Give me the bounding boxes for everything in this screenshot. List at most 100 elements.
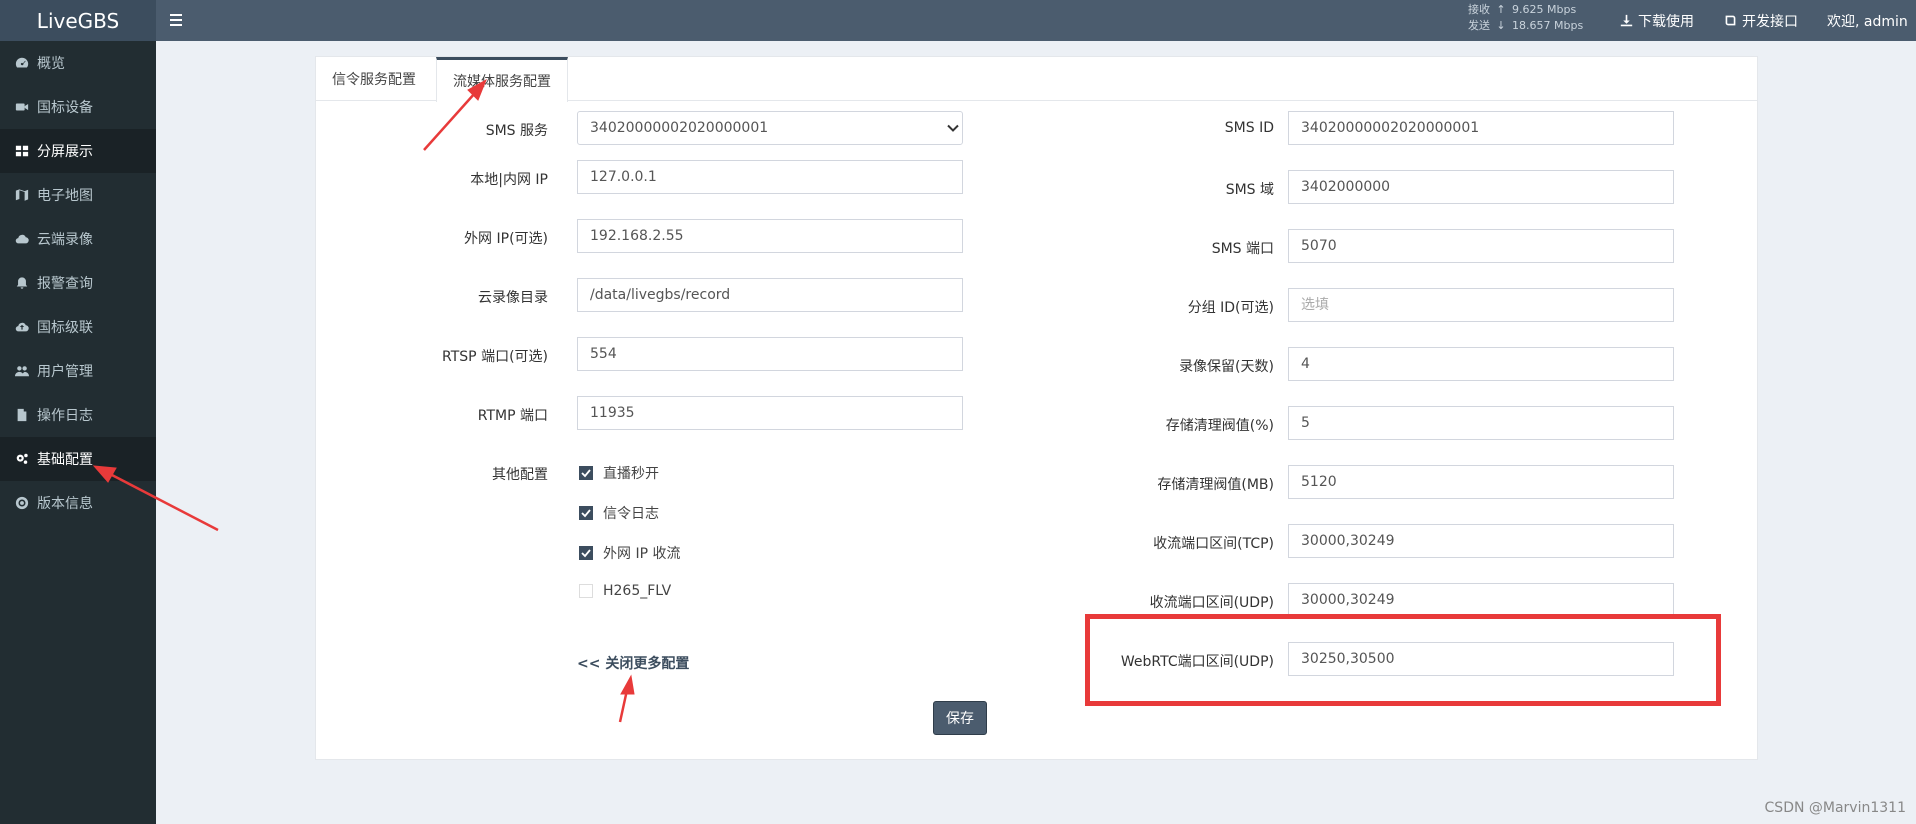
sms-port-label: SMS 端口	[1211, 241, 1274, 257]
hamburger-line	[170, 19, 182, 21]
sidebar-item-overview[interactable]: 概览	[0, 41, 156, 85]
other-config-label: 其他配置	[492, 467, 548, 483]
rx-row: 接收 ↑ 9.625 Mbps	[1468, 2, 1583, 18]
sms-id-label: SMS ID	[1224, 120, 1274, 136]
api-link[interactable]: 开发接口	[1724, 0, 1798, 41]
sidebar-item-basic-config[interactable]: 基础配置	[0, 437, 156, 481]
sms-service-select[interactable]: 34020000002020000001	[577, 111, 963, 145]
close-more-config-link[interactable]: << 关闭更多配置	[577, 653, 689, 673]
group-id-label: 分组 ID(可选)	[1187, 300, 1274, 316]
user-menu[interactable]: 欢迎, admin	[1827, 0, 1908, 41]
storage-threshold-percent-input[interactable]	[1288, 406, 1674, 440]
checkbox-label: 直播秒开	[603, 466, 659, 482]
sidebar-item-label: 基础配置	[37, 452, 93, 468]
users-icon	[14, 363, 30, 379]
sidebar-item-split-screen[interactable]: 分屏展示	[0, 129, 156, 173]
book-icon	[1725, 15, 1736, 26]
save-button[interactable]: 保存	[933, 701, 987, 735]
download-icon	[1620, 14, 1633, 27]
record-dir-input[interactable]	[577, 278, 963, 312]
checkbox-public-ip-stream[interactable]: 外网 IP 收流	[579, 543, 680, 563]
gears-icon	[14, 451, 30, 467]
sms-service-label: SMS 服务	[485, 123, 548, 139]
sidebar-item-map[interactable]: 电子地图	[0, 173, 156, 217]
hamburger-line	[170, 24, 182, 26]
storage-threshold-mb-input[interactable]	[1288, 465, 1674, 499]
file-icon	[14, 407, 30, 423]
sms-domain-label: SMS 域	[1225, 182, 1274, 198]
record-dir-label: 云录像目录	[478, 290, 548, 306]
watermark: CSDN @Marvin1311	[1764, 800, 1906, 816]
lifebuoy-icon	[14, 495, 30, 511]
checkbox-checked-icon	[579, 506, 593, 520]
tx-label: 发送	[1468, 19, 1490, 32]
api-label: 开发接口	[1742, 13, 1798, 30]
map-icon	[14, 187, 30, 203]
local-ip-input[interactable]	[577, 160, 963, 194]
hamburger-line	[170, 14, 182, 16]
sidebar-item-label: 云端录像	[37, 232, 93, 248]
public-ip-input[interactable]	[577, 219, 963, 253]
checkbox-label: 信令日志	[603, 506, 659, 522]
tx-value: 18.657 Mbps	[1512, 19, 1584, 32]
public-ip-label: 外网 IP(可选)	[464, 231, 548, 247]
sidebar-item-alarm[interactable]: 报警查询	[0, 261, 156, 305]
sidebar-item-users[interactable]: 用户管理	[0, 349, 156, 393]
checkbox-signaling-log[interactable]: 信令日志	[579, 503, 659, 523]
arrow-up-icon: ↑	[1496, 3, 1506, 16]
rtmp-port-input[interactable]	[577, 396, 963, 430]
rtmp-port-label: RTMP 端口	[477, 408, 548, 424]
checkbox-live-fast-open[interactable]: 直播秒开	[579, 463, 659, 483]
sidebar-item-cloud-record[interactable]: 云端录像	[0, 217, 156, 261]
rtsp-port-input[interactable]	[577, 337, 963, 371]
tab-signaling-config[interactable]: 信令服务配置	[316, 57, 432, 101]
tab-media-config[interactable]: 流媒体服务配置	[436, 57, 568, 102]
traffic-stats: 接收 ↑ 9.625 Mbps 发送 ↓ 18.657 Mbps	[1468, 2, 1583, 34]
sidebar-item-label: 电子地图	[37, 188, 93, 204]
sidebar-item-logs[interactable]: 操作日志	[0, 393, 156, 437]
local-ip-label: 本地|内网 IP	[470, 172, 548, 188]
sms-id-input[interactable]	[1288, 111, 1674, 145]
arrow-down-icon: ↓	[1496, 19, 1506, 32]
sidebar-item-label: 操作日志	[37, 408, 93, 424]
video-camera-icon	[14, 99, 30, 115]
grid-icon	[14, 143, 30, 159]
download-label: 下载使用	[1638, 13, 1694, 30]
rx-value: 9.625 Mbps	[1512, 3, 1577, 16]
sidebar-item-label: 分屏展示	[37, 144, 93, 160]
record-keep-days-label: 录像保留(天数)	[1179, 359, 1274, 375]
sidebar-item-label: 国标级联	[37, 320, 93, 336]
checkbox-label: 外网 IP 收流	[603, 546, 681, 562]
tcp-port-range-input[interactable]	[1288, 524, 1674, 558]
sms-port-input[interactable]	[1288, 229, 1674, 263]
sidebar-item-label: 用户管理	[37, 364, 93, 380]
udp-port-range-input[interactable]	[1288, 583, 1674, 617]
rx-label: 接收	[1468, 3, 1490, 16]
welcome-text: 欢迎, admin	[1827, 13, 1908, 30]
checkbox-checked-icon	[579, 546, 593, 560]
menu-toggle-button[interactable]	[170, 10, 190, 30]
storage-threshold-mb-label: 存储清理阀值(MB)	[1157, 477, 1274, 493]
tcp-port-range-label: 收流端口区间(TCP)	[1153, 536, 1274, 552]
top-header: 接收 ↑ 9.625 Mbps 发送 ↓ 18.657 Mbps 下载使用 开发…	[156, 0, 1916, 41]
sidebar-menu: 概览 国标设备 分屏展示 电子地图 云端录像 报警查询 国标级联 用户管理 操作…	[0, 41, 156, 525]
bell-icon	[14, 275, 30, 291]
download-link[interactable]: 下载使用	[1620, 0, 1694, 41]
sidebar: LiveGBS 概览 国标设备 分屏展示 电子地图 云端录像 报警查询 国标级联	[0, 0, 156, 824]
tx-row: 发送 ↓ 18.657 Mbps	[1468, 18, 1583, 34]
checkbox-checked-icon	[579, 466, 593, 480]
dashboard-icon	[14, 55, 30, 71]
app-logo[interactable]: LiveGBS	[0, 0, 156, 41]
group-id-input[interactable]	[1288, 288, 1674, 322]
sidebar-item-version[interactable]: 版本信息	[0, 481, 156, 525]
sidebar-item-cascade[interactable]: 国标级联	[0, 305, 156, 349]
rtsp-port-label: RTSP 端口(可选)	[442, 349, 548, 365]
sidebar-item-label: 报警查询	[37, 276, 93, 292]
udp-port-range-label: 收流端口区间(UDP)	[1149, 595, 1274, 611]
sidebar-item-devices[interactable]: 国标设备	[0, 85, 156, 129]
record-keep-days-input[interactable]	[1288, 347, 1674, 381]
tab-label: 流媒体服务配置	[453, 74, 551, 90]
sidebar-item-label: 国标设备	[37, 100, 93, 116]
sms-domain-input[interactable]	[1288, 170, 1674, 204]
checkbox-h265-flv[interactable]: H265_FLV	[579, 583, 671, 599]
